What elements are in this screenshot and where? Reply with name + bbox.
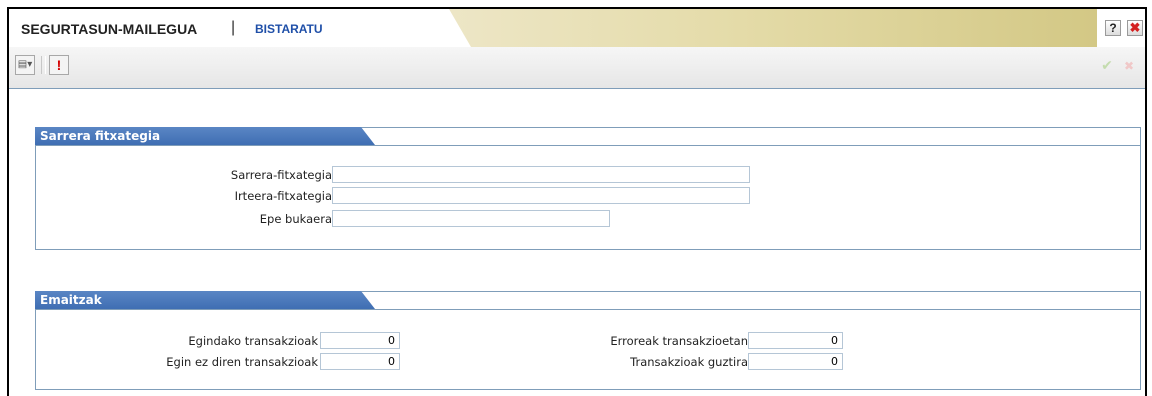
panel-tab: Sarrera fitxategia (35, 127, 375, 145)
title-decoration (449, 9, 1097, 47)
help-button[interactable]: ? (1105, 20, 1121, 36)
title-separator: | (231, 19, 236, 36)
input-file-panel: Sarrera fitxategia Sarrera-fitxategia Ir… (35, 127, 1141, 250)
app-window: SEGURTASUN-MAILEGUA | BISTARATU ? ✖ ▤▾ !… (7, 7, 1147, 396)
done-transactions-label: Egindako transakzioak (188, 334, 318, 348)
total-transactions-label: Transakzioak guztira (630, 355, 748, 369)
output-file-field[interactable] (332, 187, 750, 204)
app-title: SEGURTASUN-MAILEGUA (21, 21, 198, 37)
toolbar: ▤▾ ! ✔ ✖ (9, 47, 1145, 89)
output-file-label: Irteera-fitxategia (234, 189, 332, 203)
toolbar-divider (41, 56, 46, 74)
title-bar: SEGURTASUN-MAILEGUA | BISTARATU ? ✖ (9, 9, 1145, 47)
input-file-label: Sarrera-fitxategia (230, 168, 332, 182)
not-done-transactions-field[interactable] (320, 353, 400, 370)
results-panel: Emaitzak Egindako transakzioak Egin ez d… (35, 291, 1141, 390)
accept-check-icon[interactable]: ✔ (1099, 59, 1115, 73)
deadline-label: Epe bukaera (259, 212, 332, 226)
error-transactions-label: Erroreak transakzioetan (610, 334, 748, 348)
error-icon[interactable]: ! (49, 55, 69, 75)
input-file-field[interactable] (332, 166, 750, 183)
panel-title: Sarrera fitxategia (40, 129, 161, 143)
panel-header: Sarrera fitxategia (35, 127, 1141, 146)
close-button[interactable]: ✖ (1127, 20, 1143, 36)
mode-label: BISTARATU (255, 22, 323, 36)
panel-header: Emaitzak (35, 291, 1141, 310)
menu-dropdown-button[interactable]: ▤▾ (15, 55, 35, 75)
panel-tab: Emaitzak (35, 291, 375, 309)
panel-title: Emaitzak (40, 293, 102, 307)
done-transactions-field[interactable] (320, 332, 400, 349)
total-transactions-field[interactable] (748, 353, 843, 370)
deadline-field[interactable] (332, 210, 610, 227)
error-transactions-field[interactable] (748, 332, 843, 349)
cancel-x-icon[interactable]: ✖ (1121, 59, 1137, 73)
not-done-transactions-label: Egin ez diren transakzioak (166, 355, 318, 369)
